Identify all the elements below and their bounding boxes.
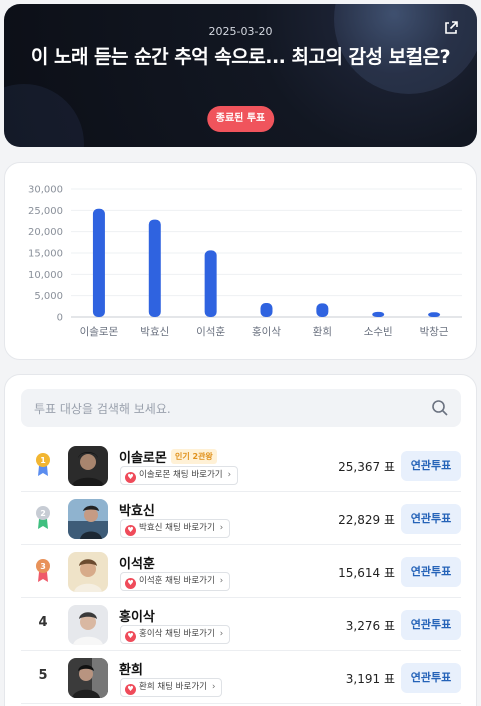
avatar (68, 658, 108, 698)
x-tick-label: 박효신 (140, 326, 169, 338)
vote-count: 3,191 표 (345, 672, 395, 686)
avatar (68, 552, 108, 592)
vote-count: 3,276 표 (345, 619, 395, 633)
heart-icon: ♥ (125, 684, 136, 695)
chevron-right-icon: › (219, 523, 224, 533)
rank-number: 4 (38, 615, 48, 630)
silver-medal-icon: 2 (36, 506, 50, 529)
channel-link-label: 이석훈 채팅 바로가기 (139, 576, 215, 586)
y-tick-label: 15,000 (28, 249, 63, 260)
x-tick-label: 박창근 (420, 326, 449, 338)
channel-link[interactable]: ♥ 홍이삭 채팅 바로가기 › (120, 625, 231, 644)
channel-link[interactable]: ♥ 이석훈 채팅 바로가기 › (120, 572, 231, 591)
search-input[interactable]: 투표 대상을 검색해 보세요. (21, 389, 461, 427)
bronze-medal-icon: 3 (36, 559, 50, 582)
avatar (68, 446, 108, 486)
search-icon[interactable] (431, 399, 449, 417)
medal-rank: 3 (40, 562, 46, 571)
avatar (68, 499, 108, 539)
avatar (68, 605, 108, 645)
bar-chart: 0 5,000 10,000 15,000 20,000 25,000 30,000 이솔로몬… (28, 185, 462, 338)
channel-link[interactable]: ♥ 이솔로몬 채팅 바로가기 › (120, 466, 239, 485)
related-vote-button[interactable]: 연관투표 (401, 504, 461, 534)
bar (428, 312, 441, 317)
vote-chart: 0 5,000 10,000 15,000 20,000 25,000 30,000 이솔로몬… (4, 162, 477, 360)
bar (148, 219, 161, 317)
y-tick-label: 25,000 (28, 206, 63, 217)
candidate-list: 투표 대상을 검색해 보세요. 1 이솔로몬 인기 2관왕 ♥ 이솔로몬 채팅 바… (4, 374, 477, 706)
candidate-name: 이석훈 (119, 557, 155, 572)
candidate-name: 홍이삭 (119, 610, 155, 625)
related-vote-button[interactable]: 연관투표 (401, 610, 461, 640)
channel-link-label: 홍이삭 채팅 바로가기 (139, 629, 215, 639)
bar (316, 303, 329, 317)
search-placeholder: 투표 대상을 검색해 보세요. (34, 402, 171, 416)
gold-medal-icon: 1 (36, 453, 50, 476)
related-vote-button[interactable]: 연관투표 (401, 663, 461, 693)
vote-header: 2025-03-20 이 노래 듣는 순간 추억 속으로... 최고의 감성 보… (4, 4, 477, 147)
bar (204, 250, 217, 317)
vote-date: 2025-03-20 (208, 25, 273, 38)
chevron-right-icon: › (219, 576, 224, 586)
channel-link-label: 이솔로몬 채팅 바로가기 (139, 470, 223, 480)
x-tick-label: 홍이삭 (252, 325, 281, 338)
chevron-right-icon: › (219, 629, 224, 639)
y-tick-label: 30,000 (28, 185, 63, 196)
heart-icon: ♥ (125, 472, 136, 483)
vote-count: 15,614 표 (338, 566, 395, 580)
vote-count: 25,367 표 (338, 460, 395, 474)
bar (260, 303, 273, 317)
y-tick-label: 20,000 (28, 227, 63, 238)
channel-link-label: 박효신 채팅 바로가기 (139, 523, 215, 533)
bar (372, 311, 385, 317)
chevron-right-icon: › (211, 682, 216, 692)
heart-icon: ♥ (125, 631, 136, 642)
heart-icon: ♥ (125, 578, 136, 589)
vote-count: 22,829 표 (338, 513, 395, 527)
x-tick-label: 이석훈 (196, 325, 225, 338)
related-vote-button[interactable]: 연관투표 (401, 451, 461, 481)
candidate-name: 이솔로몬 (119, 451, 167, 466)
chevron-right-icon: › (227, 470, 232, 480)
medal-rank: 2 (40, 509, 46, 518)
candidate-row: 3 이석훈 ♥ 이석훈 채팅 바로가기 › 15,614 표 연관투표 (21, 546, 461, 598)
related-vote-button[interactable]: 연관투표 (401, 557, 461, 587)
channel-link[interactable]: ♥ 환희 채팅 바로가기 › (120, 678, 223, 697)
vote-title: 이 노래 듣는 순간 추억 속으로... 최고의 감성 보컬은? (30, 46, 451, 68)
x-tick-label: 환희 (313, 326, 332, 338)
share-icon[interactable] (443, 20, 459, 36)
medal-rank: 1 (40, 456, 46, 465)
background-shape (4, 84, 84, 147)
x-tick-label: 소수빈 (364, 326, 393, 338)
channel-link-label: 환희 채팅 바로가기 (139, 682, 207, 692)
candidate-row: 5 환희 ♥ 환희 채팅 바로가기 › 3,191 표 연관투표 (21, 652, 461, 704)
y-tick-label: 10,000 (28, 270, 63, 281)
candidate-name: 환희 (119, 663, 143, 678)
candidate-row: 1 이솔로몬 인기 2관왕 ♥ 이솔로몬 채팅 바로가기 › 25,367 표 연관… (21, 440, 461, 492)
rank-number: 5 (38, 668, 48, 683)
heart-icon: ♥ (125, 525, 136, 536)
x-tick-label: 이솔로몬 (80, 326, 119, 338)
status-badge: 종료된 투표 (206, 106, 275, 132)
popular-badge: 인기 2관왕 (171, 449, 217, 464)
channel-link[interactable]: ♥ 박효신 채팅 바로가기 › (120, 519, 231, 538)
candidate-row: 2 박효신 ♥ 박효신 채팅 바로가기 › 22,829 표 연관투표 (21, 493, 461, 545)
y-tick-label: 0 (57, 313, 63, 324)
candidate-name: 박효신 (119, 504, 155, 519)
candidate-row: 4 홍이삭 ♥ 홍이삭 채팅 바로가기 › 3,276 표 연관투표 (21, 599, 461, 651)
y-tick-label: 5,000 (34, 291, 63, 302)
bar (92, 208, 105, 317)
